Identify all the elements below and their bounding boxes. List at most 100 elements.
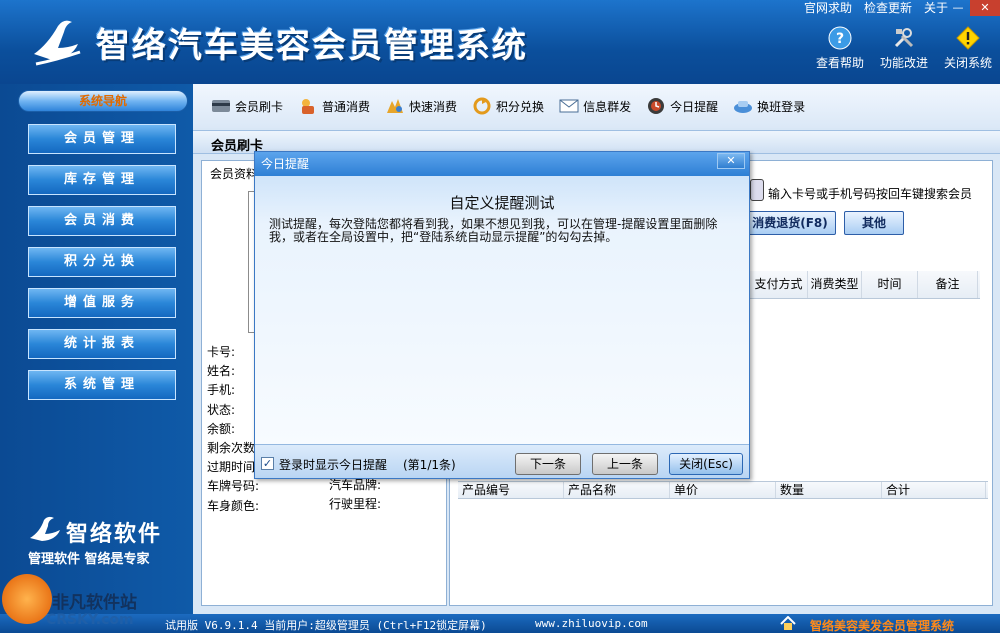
brand-slogan: 管理软件 智络是专家 (28, 552, 150, 567)
close-system-button[interactable]: 关闭系统 (940, 26, 996, 71)
sidebar-item-member-consume[interactable]: 会员消费 (28, 206, 176, 236)
field-mileage: 行驶里程: (329, 497, 382, 512)
field-card-number: 卡号: (207, 345, 236, 359)
toolbar-fast-consume[interactable]: 快速消费 (385, 97, 457, 115)
next-button[interactable]: 下一条 (515, 453, 581, 475)
toolbar-label: 信息群发 (583, 99, 632, 114)
toolbar-label: 普通消费 (322, 99, 371, 114)
fast-consume-icon (387, 99, 404, 113)
prev-button[interactable]: 上一条 (592, 453, 658, 475)
consume-icon (302, 99, 315, 114)
minimize-button[interactable]: — (946, 0, 970, 16)
sidebar-header: 系统导航 (18, 90, 188, 112)
dialog-close-button[interactable]: ✕ (717, 153, 745, 169)
column-header[interactable]: 备注 (918, 271, 978, 298)
home-icon (780, 616, 796, 630)
brand-logo-icon (30, 516, 60, 541)
field-balance: 余额: (207, 421, 236, 436)
sidebar-item-inventory-management[interactable]: 库存管理 (28, 165, 176, 195)
dialog-title: 今日提醒 (261, 157, 310, 171)
brand-name: 智络软件 (66, 522, 163, 547)
sidebar-item-member-management[interactable]: 会员管理 (28, 124, 176, 154)
sidebar-item-value-added-services[interactable]: 增值服务 (28, 288, 176, 318)
search-hint: 输入卡号或手机号码按回车键搜索会员 (768, 187, 973, 201)
toolbar-shift-login[interactable]: 换班登录 (733, 97, 805, 115)
column-header[interactable]: 消费类型 (808, 271, 862, 298)
field-plate-number: 车牌号码: (207, 479, 260, 494)
member-info-legend: 会员资料 (208, 165, 261, 182)
view-help-label: 查看帮助 (815, 56, 864, 70)
sidebar: 系统导航 会员管理 库存管理 会员消费 积分兑换 增值服务 统计报表 系统管理 … (0, 84, 193, 633)
column-header[interactable]: 合计 (882, 482, 986, 498)
field-name: 姓名: (207, 364, 236, 379)
product-grid-header: 产品编号 产品名称 单价 数量 合计 (458, 481, 988, 499)
sidebar-item-statistics-reports[interactable]: 统计报表 (28, 329, 176, 359)
toolbar-label: 快速消费 (409, 99, 458, 114)
field-expire-time: 过期时间 (207, 460, 256, 475)
toolbar-message-broadcast[interactable]: 信息群发 (559, 97, 631, 115)
other-button[interactable]: 其他 (844, 211, 904, 235)
toolbar-today-reminder[interactable]: 今日提醒 (646, 97, 718, 115)
search-button[interactable] (750, 179, 764, 201)
status-text: 试用版 V6.9.1.4 当前用户:超级管理员 (Ctrl+F12锁定屏幕) (165, 619, 487, 632)
card-icon (212, 100, 230, 112)
improve-function-label: 功能改进 (879, 56, 928, 70)
toolbar: 会员刷卡 普通消费 快速消费 积分兑换 信息群发 今日提醒 换班登录 (193, 84, 1000, 128)
column-header[interactable]: 支付方式 (750, 271, 808, 298)
header-tools: ? 查看帮助 功能改进 关闭系统 (812, 26, 996, 71)
dialog-dismiss-button[interactable]: 关闭(Esc) (669, 453, 743, 475)
top-menu-check-update[interactable]: 检查更新 (864, 0, 912, 16)
column-header[interactable]: 产品编号 (458, 482, 564, 498)
close-window-button[interactable]: ✕ (970, 0, 1000, 16)
warning-icon (956, 26, 980, 50)
dialog-footer: ✓ 登录时显示今日提醒 (第1/1条) 下一条 上一条 关闭(Esc) (255, 444, 749, 478)
show-on-login-checkbox[interactable]: ✓ (261, 457, 274, 470)
page-info: (第1/1条) (403, 458, 456, 472)
toolbar-label: 会员刷卡 (235, 99, 284, 114)
toolbar-points-exchange[interactable]: 积分兑换 (472, 97, 544, 115)
top-menu: 官网求助 检查更新 关于 (804, 0, 948, 16)
field-phone: 手机: (207, 383, 236, 398)
show-on-login-label[interactable]: 登录时显示今日提醒 (279, 456, 387, 473)
dialog-body: 自定义提醒测试 测试提醒，每次登陆您都将看到我，如果不想见到我，可以在管理-提醒… (255, 176, 749, 444)
column-header[interactable]: 时间 (862, 271, 918, 298)
dialog-titlebar: 今日提醒 ✕ (255, 152, 749, 176)
field-status: 状态: (207, 402, 236, 417)
help-icon: ? (828, 26, 852, 50)
improve-function-button[interactable]: 功能改进 (876, 26, 932, 71)
watermark-line1: 非凡软件站 (52, 593, 137, 613)
toolbar-member-swipe[interactable]: 会员刷卡 (211, 97, 283, 115)
watermark-logo-icon (2, 574, 52, 624)
watermark: 非凡软件站 CRSKY.com (0, 572, 160, 633)
window-controls: — ✕ (946, 0, 1000, 16)
column-header[interactable]: 产品名称 (564, 482, 670, 498)
member-fields: 卡号: 姓名: 手机: 状态: 余额: 剩余次数 过期时间 车牌号码: 车身颜色… (207, 343, 259, 516)
app-header: 智络汽车美容会员管理系统 官网求助 检查更新 关于 — ✕ ? 查看帮助 功能改… (0, 0, 1000, 84)
toolbar-label: 积分兑换 (496, 99, 545, 114)
app-title: 智络汽车美容会员管理系统 (96, 26, 528, 66)
member-fields-right: 汽车品牌: 行驶里程: (329, 476, 381, 514)
shift-login-icon (734, 101, 753, 113)
status-brand: 智络美容美发会员管理系统 (810, 619, 955, 633)
sidebar-item-system-management[interactable]: 系统管理 (28, 370, 176, 400)
message-icon (559, 99, 579, 113)
top-menu-about[interactable]: 关于 (924, 0, 948, 16)
column-header[interactable]: 数量 (776, 482, 882, 498)
toolbar-label: 换班登录 (757, 99, 806, 114)
consume-grid-header: 支付方式 消费类型 时间 备注 (750, 271, 980, 299)
column-header[interactable]: 单价 (670, 482, 776, 498)
view-help-button[interactable]: ? 查看帮助 (812, 26, 868, 71)
status-url[interactable]: www.zhiluovip.com (535, 617, 648, 630)
sidebar-item-points-exchange[interactable]: 积分兑换 (28, 247, 176, 277)
refund-button[interactable]: 消费退货(F8) (744, 211, 836, 235)
toolbar-label: 今日提醒 (670, 99, 719, 114)
top-menu-help-online[interactable]: 官网求助 (804, 0, 852, 16)
close-system-label: 关闭系统 (943, 56, 992, 70)
points-icon (473, 97, 491, 115)
svg-text:?: ? (836, 31, 844, 47)
reminder-icon (648, 98, 665, 114)
toolbar-normal-consume[interactable]: 普通消费 (298, 97, 370, 115)
watermark-line2: CRSKY.com (46, 612, 134, 628)
tools-icon (894, 28, 914, 48)
app-logo-icon (34, 20, 81, 66)
